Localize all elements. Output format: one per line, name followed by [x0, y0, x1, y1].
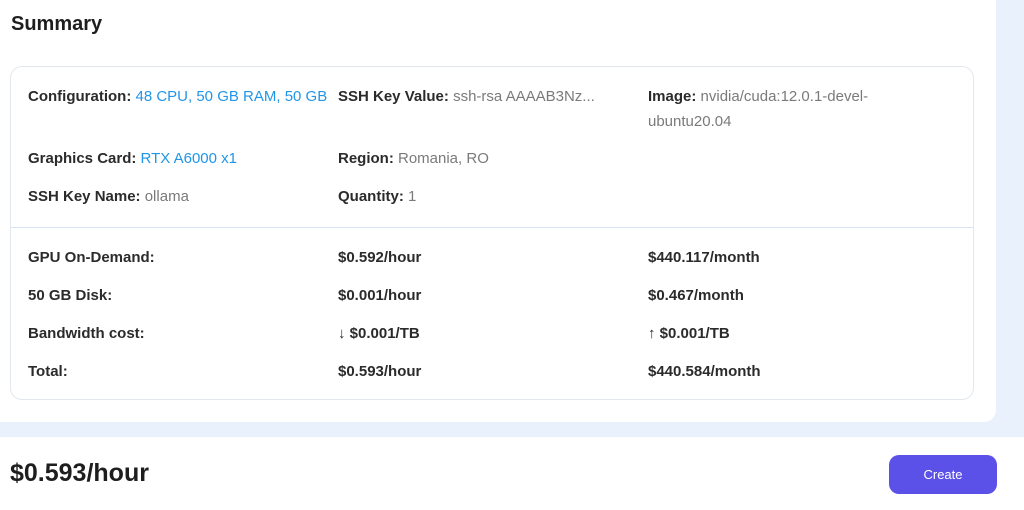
configuration-label: Configuration: — [28, 88, 132, 105]
cost-total-monthly: $440.584/month — [648, 363, 761, 380]
summary-title: Summary — [11, 13, 103, 35]
quantity-value: 1 — [408, 188, 417, 205]
cost-gpu-hourly: $0.592/hour — [338, 249, 422, 266]
summary-card: Configuration: 48 CPU, 50 GB RAM, 50 GB … — [10, 66, 974, 400]
region-label: Region: — [338, 150, 394, 167]
ssh-key-value: ssh-rsa AAAAB3Nz... — [453, 88, 595, 105]
graphics-card-value: RTX A6000 x1 — [140, 150, 237, 167]
ssh-key-name-item: SSH Key Name: ollama — [28, 184, 328, 209]
graphics-card-item: Graphics Card: RTX A6000 x1 — [28, 146, 328, 171]
cost-total-label: Total: — [28, 363, 68, 380]
create-button[interactable]: Create — [889, 455, 997, 494]
summary-divider — [11, 227, 973, 228]
cost-gpu-monthly: $440.117/month — [648, 249, 760, 266]
cost-disk-label: 50 GB Disk: — [28, 287, 113, 304]
image-item: Image: nvidia/cuda:12.0.1-devel-ubuntu20… — [648, 84, 918, 134]
ssh-key-name-label: SSH Key Name: — [28, 188, 141, 205]
ssh-key-name-value: ollama — [144, 188, 189, 205]
image-label: Image: — [648, 88, 697, 105]
ssh-key-value-label: SSH Key Value: — [338, 88, 449, 105]
cost-total-hourly: $0.593/hour — [338, 363, 422, 380]
cost-bandwidth-label: Bandwidth cost: — [28, 325, 145, 342]
cost-bandwidth-upload: ↑ $0.001/TB — [648, 325, 730, 342]
total-hourly-price: $0.593/hour — [10, 459, 149, 487]
cost-disk-monthly: $0.467/month — [648, 287, 744, 304]
configuration-item: Configuration: 48 CPU, 50 GB RAM, 50 GB — [28, 84, 328, 109]
region-value: Romania, RO — [398, 150, 489, 167]
region-item: Region: Romania, RO — [338, 146, 638, 171]
cost-disk-hourly: $0.001/hour — [338, 287, 422, 304]
graphics-card-label: Graphics Card: — [28, 150, 137, 167]
ssh-key-value-item: SSH Key Value: ssh-rsa AAAAB3Nz... — [338, 84, 638, 109]
cost-gpu-label: GPU On-Demand: — [28, 249, 155, 266]
footer-bar: $0.593/hour Create — [0, 437, 1024, 510]
cost-bandwidth-download: ↓ $0.001/TB — [338, 325, 420, 342]
configuration-value: 48 CPU, 50 GB RAM, 50 GB — [135, 88, 328, 105]
quantity-label: Quantity: — [338, 188, 404, 205]
summary-panel: Summary Configuration: 48 CPU, 50 GB RAM… — [0, 0, 996, 422]
quantity-item: Quantity: 1 — [338, 184, 638, 209]
